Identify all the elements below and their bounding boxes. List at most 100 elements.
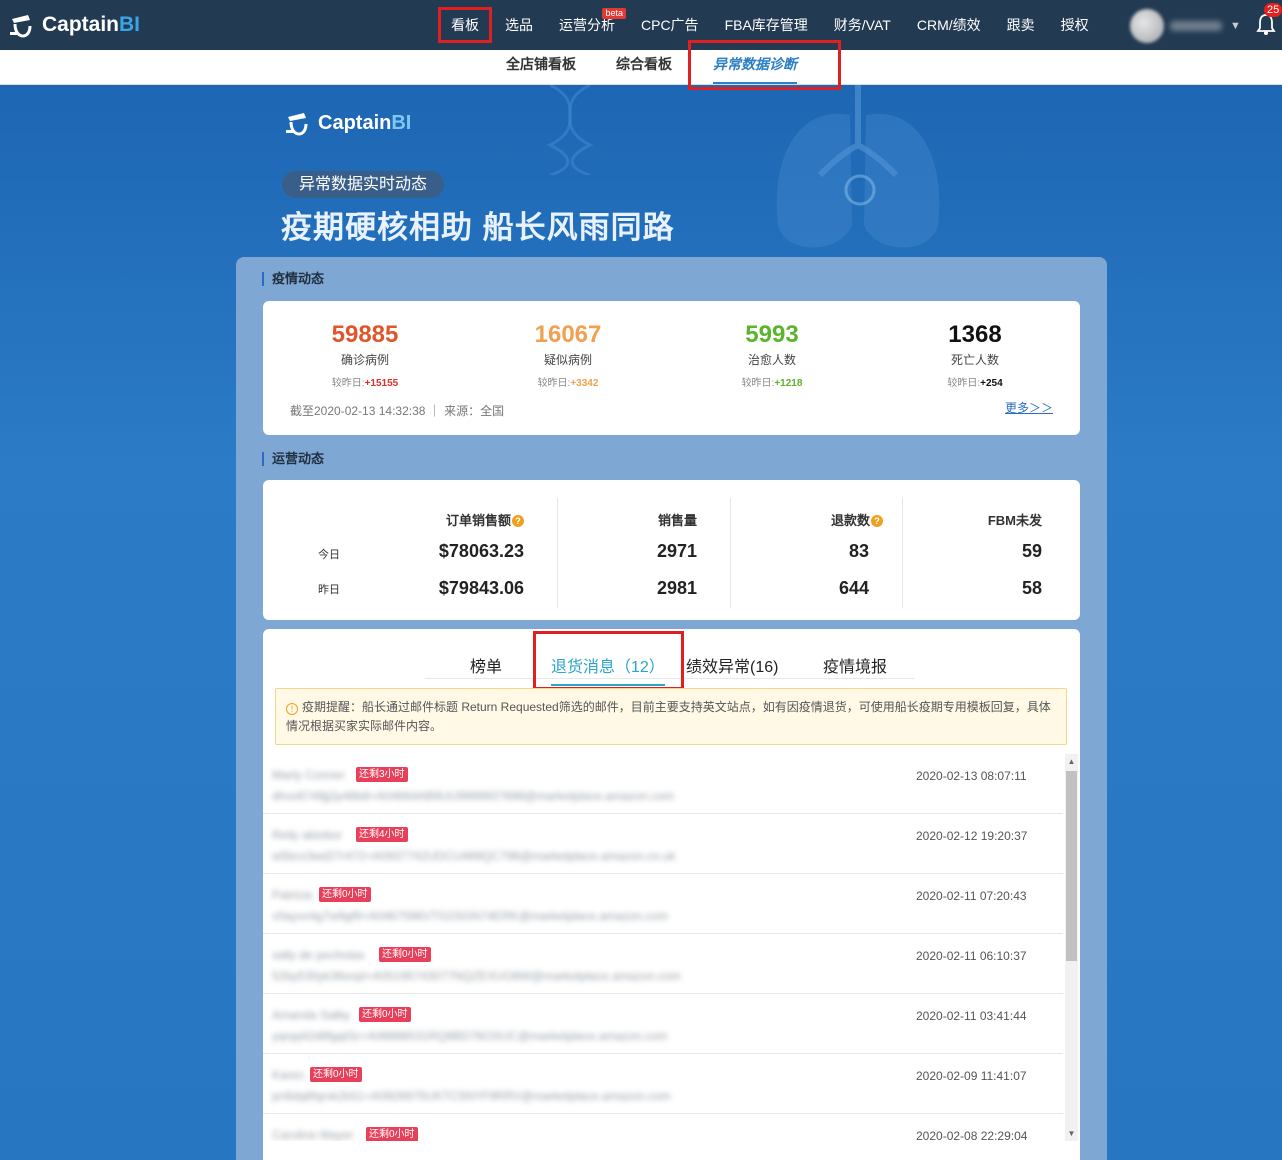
stat-value: 16067 bbox=[534, 321, 602, 348]
time-left-badge: 还剩0小时 bbox=[359, 1007, 411, 1022]
col-header-fbm-unshipped: FBM未发 bbox=[987, 513, 1042, 528]
order-sales-yesterday: $79843.06 bbox=[438, 578, 524, 598]
stat-label: 治愈人数 bbox=[747, 353, 796, 367]
buyer-name: Marty Conner bbox=[272, 768, 345, 782]
more-link[interactable]: 更多＞＞ bbox=[1005, 399, 1053, 416]
tab-overall-board[interactable]: 综合看板 bbox=[616, 50, 672, 84]
beta-badge: beta bbox=[602, 8, 626, 19]
stat-delta: 较昨日:+254 bbox=[895, 374, 1055, 389]
tab-epidemic-report[interactable]: 疫情境报 bbox=[823, 653, 887, 677]
fbm-unshipped-yesterday: 58 bbox=[1021, 578, 1042, 598]
buyer-name: Amanda Salby bbox=[272, 1008, 351, 1022]
list-scrollbar[interactable]: ▲ ▼ bbox=[1065, 754, 1078, 1141]
help-icon[interactable]: ? bbox=[871, 515, 883, 527]
message-time: 2020-02-11 03:41:44 bbox=[916, 1009, 1027, 1023]
message-time: 2020-02-11 07:20:43 bbox=[916, 889, 1027, 903]
operations-card: 今日 昨日 订单销售额? $78063.23 $79843.06 销售量 297… bbox=[263, 480, 1080, 620]
tab-all-stores-board[interactable]: 全店铺看板 bbox=[506, 50, 576, 84]
sub-nav: 全店铺看板 综合看板 异常数据诊断 bbox=[0, 50, 1282, 85]
stat-delta: 较昨日:+1218 bbox=[692, 374, 852, 389]
highlight-box bbox=[533, 631, 684, 690]
delta-value: +3342 bbox=[570, 378, 599, 389]
list-item[interactable]: sally de pechotas 还剩0小时 52by530yk36snpl+… bbox=[263, 934, 1063, 994]
notice-text: 疫期提醒：船长通过邮件标题 Return Requested筛选的邮件，目前主要… bbox=[286, 700, 1051, 733]
highlight-box bbox=[688, 40, 841, 90]
list-item[interactable]: Caroline Mayer 还剩0小时 2020-02-08 22:29:04 bbox=[263, 1114, 1063, 1141]
nav-item-crm[interactable]: CRM/绩效 bbox=[904, 0, 994, 50]
stat-label: 确诊病例 bbox=[340, 353, 389, 367]
stat-label: 死亡人数 bbox=[950, 353, 999, 367]
user-menu[interactable]: ▼ bbox=[1130, 9, 1241, 43]
col-header-label: 订单销售额 bbox=[445, 513, 511, 528]
buyer-name: Caroline Mayer bbox=[272, 1128, 354, 1141]
delta-value: +254 bbox=[980, 378, 1003, 389]
nav-item-product-selection[interactable]: 选品 bbox=[492, 0, 546, 50]
list-item[interactable]: Amanda Salby 还剩0小时 yqnpj42d8fgqt3z+A0888… bbox=[263, 994, 1063, 1054]
buyer-name: Reily abiobor bbox=[272, 828, 343, 842]
list-item[interactable]: Patricia 还剩0小时 v0ayvx4g7w9gf9+A0467596VT… bbox=[263, 874, 1063, 934]
notification-count-badge: 25 bbox=[1264, 3, 1282, 17]
buyer-name: sally de pechotas bbox=[272, 948, 365, 962]
scroll-thumb[interactable] bbox=[1066, 771, 1077, 961]
buyer-email: v0ayvx4g7w9gf9+A0467596VTG2SGN74ERK@mark… bbox=[272, 909, 669, 923]
epidemic-source: 截至2020-02-13 14:32:38 ｜ 来源：全国 bbox=[290, 404, 505, 418]
stat-recovered: 5993 治愈人数 较昨日:+1218 bbox=[692, 321, 852, 389]
nav-item-dashboard[interactable]: 看板 bbox=[438, 7, 492, 43]
epidemic-card: 59885 确诊病例 较昨日: +15155 16067 疑似病例 较昨日:+33… bbox=[263, 301, 1080, 435]
avatar bbox=[1130, 9, 1164, 43]
help-icon[interactable]: ? bbox=[512, 515, 524, 527]
list-item[interactable]: Reily abiobor 还剩4小时 w5bcx3wd27r472+A0937… bbox=[263, 814, 1063, 874]
order-sales-today: $78063.23 bbox=[438, 541, 524, 561]
stat-value: 1368 bbox=[948, 321, 1002, 348]
divider bbox=[730, 498, 731, 608]
time-left-badge: 还剩0小时 bbox=[319, 887, 371, 902]
nav-item-operations-analysis[interactable]: 运营分析 beta bbox=[546, 0, 628, 50]
banner-brand: Captain bbox=[318, 111, 392, 134]
chevron-down-icon: ▼ bbox=[1230, 20, 1241, 32]
divider bbox=[557, 498, 558, 608]
scroll-up-icon[interactable]: ▲ bbox=[1065, 755, 1078, 769]
divider bbox=[902, 498, 903, 608]
row-label-today: 今日 bbox=[318, 549, 340, 561]
col-header-order-sales: 订单销售额? bbox=[446, 510, 524, 529]
stat-label: 疑似病例 bbox=[543, 353, 592, 367]
time-left-badge: 还剩0小时 bbox=[310, 1067, 362, 1082]
fbm-unshipped-today: 59 bbox=[1021, 541, 1042, 561]
banner-tag: 异常数据实时动态 bbox=[282, 171, 445, 198]
banner-brand-accent: BI bbox=[391, 111, 412, 134]
tab-performance-anomaly[interactable]: 绩效异常(16) bbox=[686, 653, 778, 677]
message-time: 2020-02-09 11:41:07 bbox=[916, 1069, 1027, 1083]
brand-logo[interactable]: Captain BI bbox=[6, 10, 140, 40]
delta-value: +15155 bbox=[364, 378, 399, 389]
buyer-email: pn6dq6fqrsk2k51+A0926975UKTC5NYF9RRV@mar… bbox=[272, 1089, 671, 1103]
captain-logo-icon bbox=[10, 15, 32, 38]
stat-delta: 较昨日:+3342 bbox=[488, 374, 648, 389]
scroll-down-icon[interactable]: ▼ bbox=[1065, 1127, 1078, 1141]
stat-suspected: 16067 疑似病例 较昨日:+3342 bbox=[488, 321, 648, 389]
nav-label: 运营分析 bbox=[559, 17, 615, 33]
tab-ranking[interactable]: 榜单 bbox=[470, 653, 502, 677]
section-title-operations: 运营动态 bbox=[262, 452, 324, 466]
col-header-refunds: 退款数? bbox=[831, 510, 883, 529]
time-left-badge: 还剩0小时 bbox=[379, 947, 431, 962]
nav-item-follow-sell[interactable]: 跟卖 bbox=[994, 0, 1048, 50]
list-item[interactable]: Karen 还剩0小时 pn6dq6fqrsk2k51+A0926975UKTC… bbox=[263, 1054, 1063, 1114]
units-sold-yesterday: 2981 bbox=[656, 578, 697, 598]
buyer-email: w5bcx3wd27r472+A0937742UDCU469QC798@mark… bbox=[272, 849, 676, 863]
captain-logo-icon bbox=[286, 113, 308, 136]
messages-card: 榜单 退货消息（12） 绩效异常(16) 疫情境报 ! 疫期提醒：船长通过邮件标题… bbox=[263, 629, 1080, 1160]
buyer-email: dhvx8749jj2p48b8+A04664AB9UU9999937898@m… bbox=[272, 789, 675, 803]
list-item[interactable]: Marty Conner 还剩3小时 dhvx8749jj2p48b8+A046… bbox=[263, 754, 1063, 814]
buyer-name: Karen bbox=[272, 1068, 305, 1082]
buyer-name: Patricia bbox=[272, 888, 313, 902]
stat-deaths: 1368 死亡人数 较昨日:+254 bbox=[895, 321, 1055, 389]
refunds-yesterday: 644 bbox=[838, 578, 869, 598]
row-label-yesterday: 昨日 bbox=[318, 584, 340, 596]
stat-value: 59885 bbox=[331, 321, 399, 348]
nav-item-authorization[interactable]: 授权 bbox=[1048, 0, 1102, 50]
delta-label: 较昨日: bbox=[947, 378, 981, 389]
epidemic-notice: ! 疫期提醒：船长通过邮件标题 Return Requested筛选的邮件，目前主… bbox=[275, 688, 1067, 745]
message-time: 2020-02-08 22:29:04 bbox=[916, 1129, 1028, 1141]
time-left-badge: 还剩3小时 bbox=[356, 767, 408, 782]
brand-name: Captain bbox=[42, 13, 120, 36]
